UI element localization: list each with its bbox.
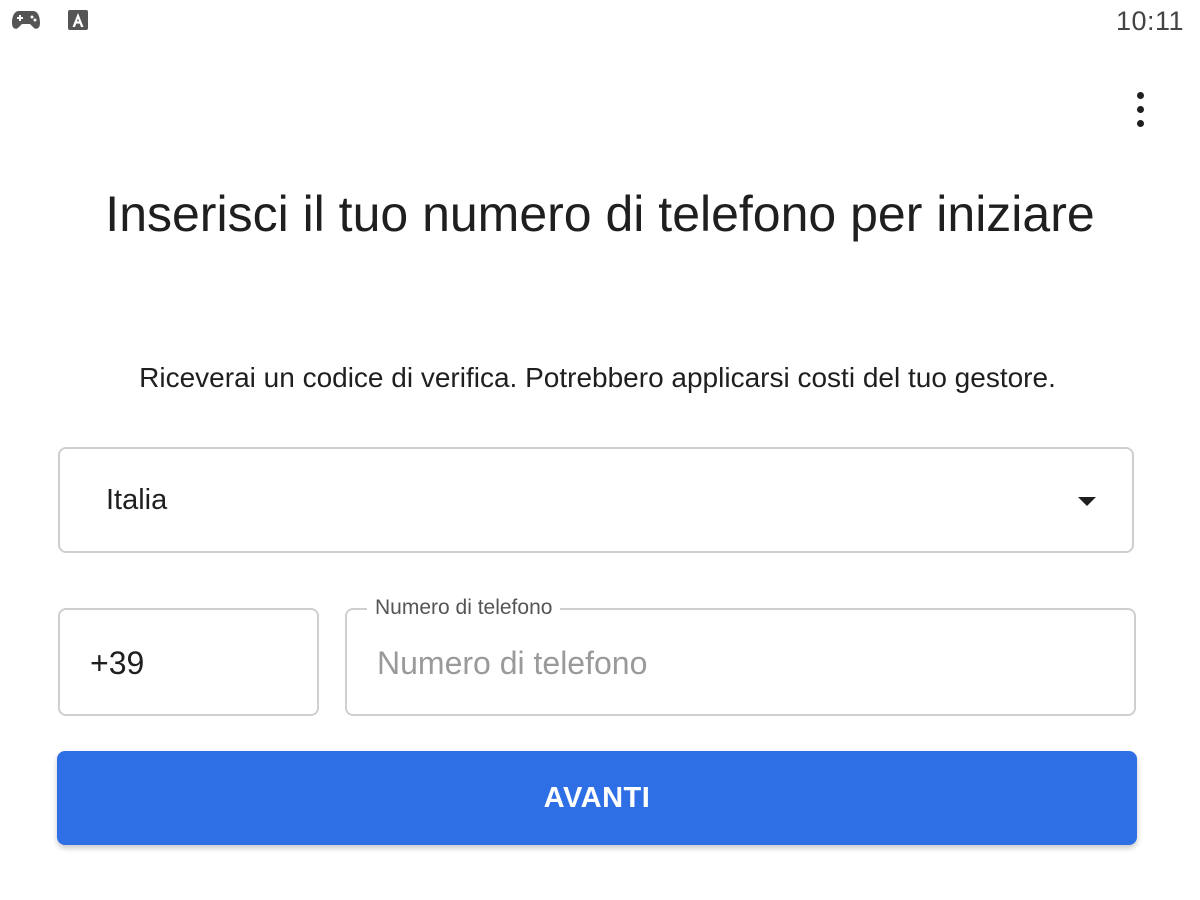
gamepad-icon [10, 6, 42, 34]
country-code-value: +39 [90, 645, 145, 681]
overflow-dot [1136, 91, 1144, 99]
page-subtitle: Riceverai un codice di verifica. Potrebb… [139, 362, 1056, 393]
arrow-drop-down-icon [1078, 497, 1096, 506]
phone-number-input[interactable] [377, 638, 1097, 688]
phone-number-label: Numero di telefono [367, 596, 561, 620]
country-code-field[interactable]: +39 [58, 608, 319, 716]
overflow-dot [1136, 105, 1144, 113]
page-title: Inserisci il tuo numero di telefono per … [105, 186, 1095, 242]
phone-number-field[interactable]: Numero di telefono [345, 596, 1136, 716]
next-button[interactable]: AVANTI [57, 751, 1137, 845]
country-select-value: Italia [106, 484, 168, 516]
overflow-dot [1136, 119, 1144, 127]
more-vert-icon[interactable] [1120, 84, 1160, 134]
status-bar: 10:11 [0, 0, 1200, 40]
country-select[interactable]: Italia [58, 447, 1134, 553]
status-time: 10:11 [1115, 6, 1184, 36]
font-a-icon [62, 6, 94, 34]
